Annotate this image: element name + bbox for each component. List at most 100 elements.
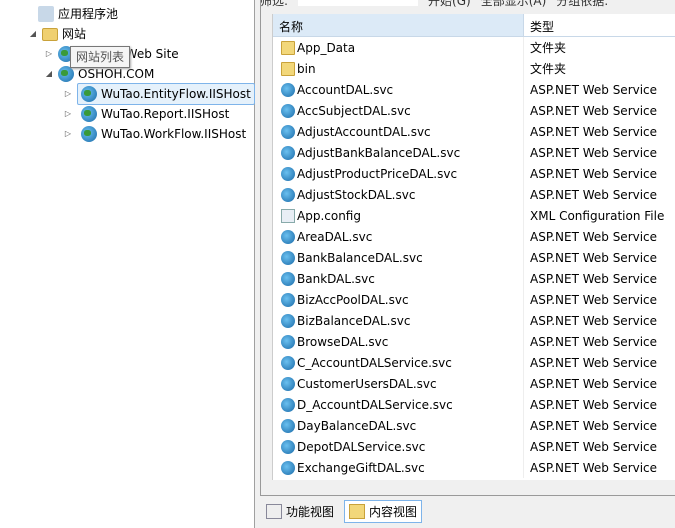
name-cell: BankDAL.svc (273, 268, 524, 289)
connections-tree: 应用程序池 ◢网站 ▷Default Web Site ◢OSHOH.COM ▷… (0, 0, 255, 528)
list-item[interactable]: BrowseDAL.svc ASP.NET Web Service (273, 331, 675, 352)
list-item[interactable]: App_Data 文件夹 (273, 37, 675, 58)
list-item[interactable]: C_AccountDALService.svc ASP.NET Web Servi… (273, 352, 675, 373)
list-item[interactable]: CustomerUsersDAL.svc ASP.NET Web Service (273, 373, 675, 394)
column-header-type[interactable]: 类型 (524, 14, 675, 36)
item-name: BankBalanceDAL.svc (297, 250, 423, 265)
content-list: 名称 类型 App_Data 文件夹 bin 文件夹 AccountDAL.svc ASP… (272, 14, 675, 480)
column-header-name[interactable]: 名称 (273, 14, 524, 36)
svc-icon (281, 355, 295, 370)
svc-icon (281, 250, 295, 265)
svc-icon (281, 418, 295, 433)
type-cell: ASP.NET Web Service (530, 103, 658, 118)
svc-icon (281, 166, 295, 181)
list-item[interactable]: DayBalanceDAL.svc ASP.NET Web Service (273, 415, 675, 436)
collapsed-arrow-icon[interactable]: ▷ (44, 44, 54, 64)
type-cell: ASP.NET Web Service (530, 355, 658, 370)
list-item[interactable]: AdjustProductPriceDAL.svc ASP.NET Web Ser… (273, 163, 675, 184)
tab-content-view[interactable]: 内容视图 (344, 500, 423, 523)
group-by-label[interactable]: 分组依据: (556, 0, 608, 8)
list-item[interactable]: D_AccountDALService.svc ASP.NET Web Servi… (273, 394, 675, 415)
item-name: App_Data (297, 40, 356, 55)
list-item[interactable]: ExchangeGiftDAL.svc ASP.NET Web Service (273, 457, 675, 478)
name-cell: AdjustBankBalanceDAL.svc (273, 142, 524, 163)
sites-folder-icon (42, 27, 58, 41)
list-item[interactable]: AdjustAccountDAL.svc ASP.NET Web Service (273, 121, 675, 142)
list-item[interactable]: App.config XML Configuration File (273, 205, 675, 226)
name-cell: AdjustAccountDAL.svc (273, 121, 524, 142)
svc-icon (281, 292, 295, 307)
svc-icon (281, 124, 295, 139)
list-item[interactable]: BizBalanceDAL.svc ASP.NET Web Service (273, 310, 675, 331)
name-cell: DayBalanceDAL.svc (273, 415, 524, 436)
item-name: AreaDAL.svc (297, 229, 373, 244)
item-name: AdjustBankBalanceDAL.svc (297, 145, 461, 160)
application-icon (81, 86, 97, 102)
tree-item-workflow[interactable]: ▷ WuTao.WorkFlow.IISHost (63, 124, 246, 144)
list-item[interactable]: BankBalanceDAL.svc ASP.NET Web Service (273, 247, 675, 268)
type-cell: ASP.NET Web Service (530, 82, 658, 97)
item-name: BrowseDAL.svc (297, 334, 389, 349)
item-name: App.config (297, 208, 361, 223)
name-cell: D_AccountDALService.svc (273, 394, 524, 415)
type-cell: ASP.NET Web Service (530, 460, 658, 475)
item-name: AdjustProductPriceDAL.svc (297, 166, 458, 181)
svc-icon (281, 397, 295, 412)
expanded-arrow-icon[interactable]: ◢ (28, 24, 38, 44)
tooltip: 网站列表 (70, 46, 131, 68)
list-item[interactable]: AdjustStockDAL.svc ASP.NET Web Service (273, 184, 675, 205)
svc-icon (281, 103, 295, 118)
list-header: 名称 类型 (273, 14, 675, 37)
filter-label: 筛选: (260, 0, 289, 8)
list-item[interactable]: bin 文件夹 (273, 58, 675, 79)
item-name: AccSubjectDAL.svc (297, 103, 411, 118)
collapsed-arrow-icon[interactable]: ▷ (63, 124, 73, 144)
item-name: BizAccPoolDAL.svc (297, 292, 409, 307)
type-cell: ASP.NET Web Service (530, 166, 658, 181)
filter-input[interactable] (298, 0, 419, 6)
globe-icon (58, 66, 74, 82)
show-all-button[interactable]: 全部显示(A) (481, 0, 547, 8)
name-cell: DepotDALService.svc (273, 436, 524, 457)
list-item[interactable]: AccountDAL.svc ASP.NET Web Service (273, 79, 675, 100)
item-name: CustomerUsersDAL.svc (297, 376, 437, 391)
list-item[interactable]: BankDAL.svc ASP.NET Web Service (273, 268, 675, 289)
item-name: bin (297, 61, 316, 76)
type-cell: ASP.NET Web Service (530, 334, 658, 349)
tree-item-entityflow[interactable]: ▷ WuTao.EntityFlow.IISHost (63, 83, 255, 105)
svc-icon (281, 460, 295, 475)
svc-icon (281, 439, 295, 454)
type-cell: ASP.NET Web Service (530, 187, 658, 202)
app-pool-icon (38, 6, 54, 22)
tab-features-view[interactable]: 功能视图 (262, 500, 338, 523)
type-cell: ASP.NET Web Service (530, 439, 658, 454)
name-cell: AdjustStockDAL.svc (273, 184, 524, 205)
name-cell: ExchangeGiftDAL.svc (273, 457, 524, 478)
list-item[interactable]: BizAccPoolDAL.svc ASP.NET Web Service (273, 289, 675, 310)
tree-item-sites[interactable]: ◢ 网站 (28, 24, 86, 44)
collapsed-arrow-icon[interactable]: ▷ (63, 104, 73, 124)
application-icon (81, 106, 97, 122)
item-name: BizBalanceDAL.svc (297, 313, 411, 328)
features-view-icon (266, 504, 282, 519)
list-item[interactable]: AdjustBankBalanceDAL.svc ASP.NET Web Serv… (273, 142, 675, 163)
item-name: C_AccountDALService.svc (297, 355, 452, 370)
type-cell: ASP.NET Web Service (530, 313, 658, 328)
item-name: AdjustStockDAL.svc (297, 187, 416, 202)
list-item[interactable]: DepotDALService.svc ASP.NET Web Service (273, 436, 675, 457)
svc-icon (281, 82, 295, 97)
filter-toolbar: 筛选: 开始(G) 全部显示(A) 分组依据: (260, 0, 675, 8)
tree-item-report[interactable]: ▷ WuTao.Report.IISHost (63, 104, 229, 124)
list-item[interactable]: AccSubjectDAL.svc ASP.NET Web Service (273, 100, 675, 121)
type-cell: XML Configuration File (530, 208, 665, 223)
tree-item-app-pools[interactable]: 应用程序池 (38, 4, 118, 24)
svc-icon (281, 145, 295, 160)
start-button[interactable]: 开始(G) (428, 0, 471, 8)
config-icon (281, 208, 295, 223)
name-cell: BizAccPoolDAL.svc (273, 289, 524, 310)
item-name: D_AccountDALService.svc (297, 397, 453, 412)
collapsed-arrow-icon[interactable]: ▷ (63, 84, 73, 104)
type-cell: ASP.NET Web Service (530, 397, 658, 412)
list-item[interactable]: AreaDAL.svc ASP.NET Web Service (273, 226, 675, 247)
expanded-arrow-icon[interactable]: ◢ (44, 64, 54, 84)
